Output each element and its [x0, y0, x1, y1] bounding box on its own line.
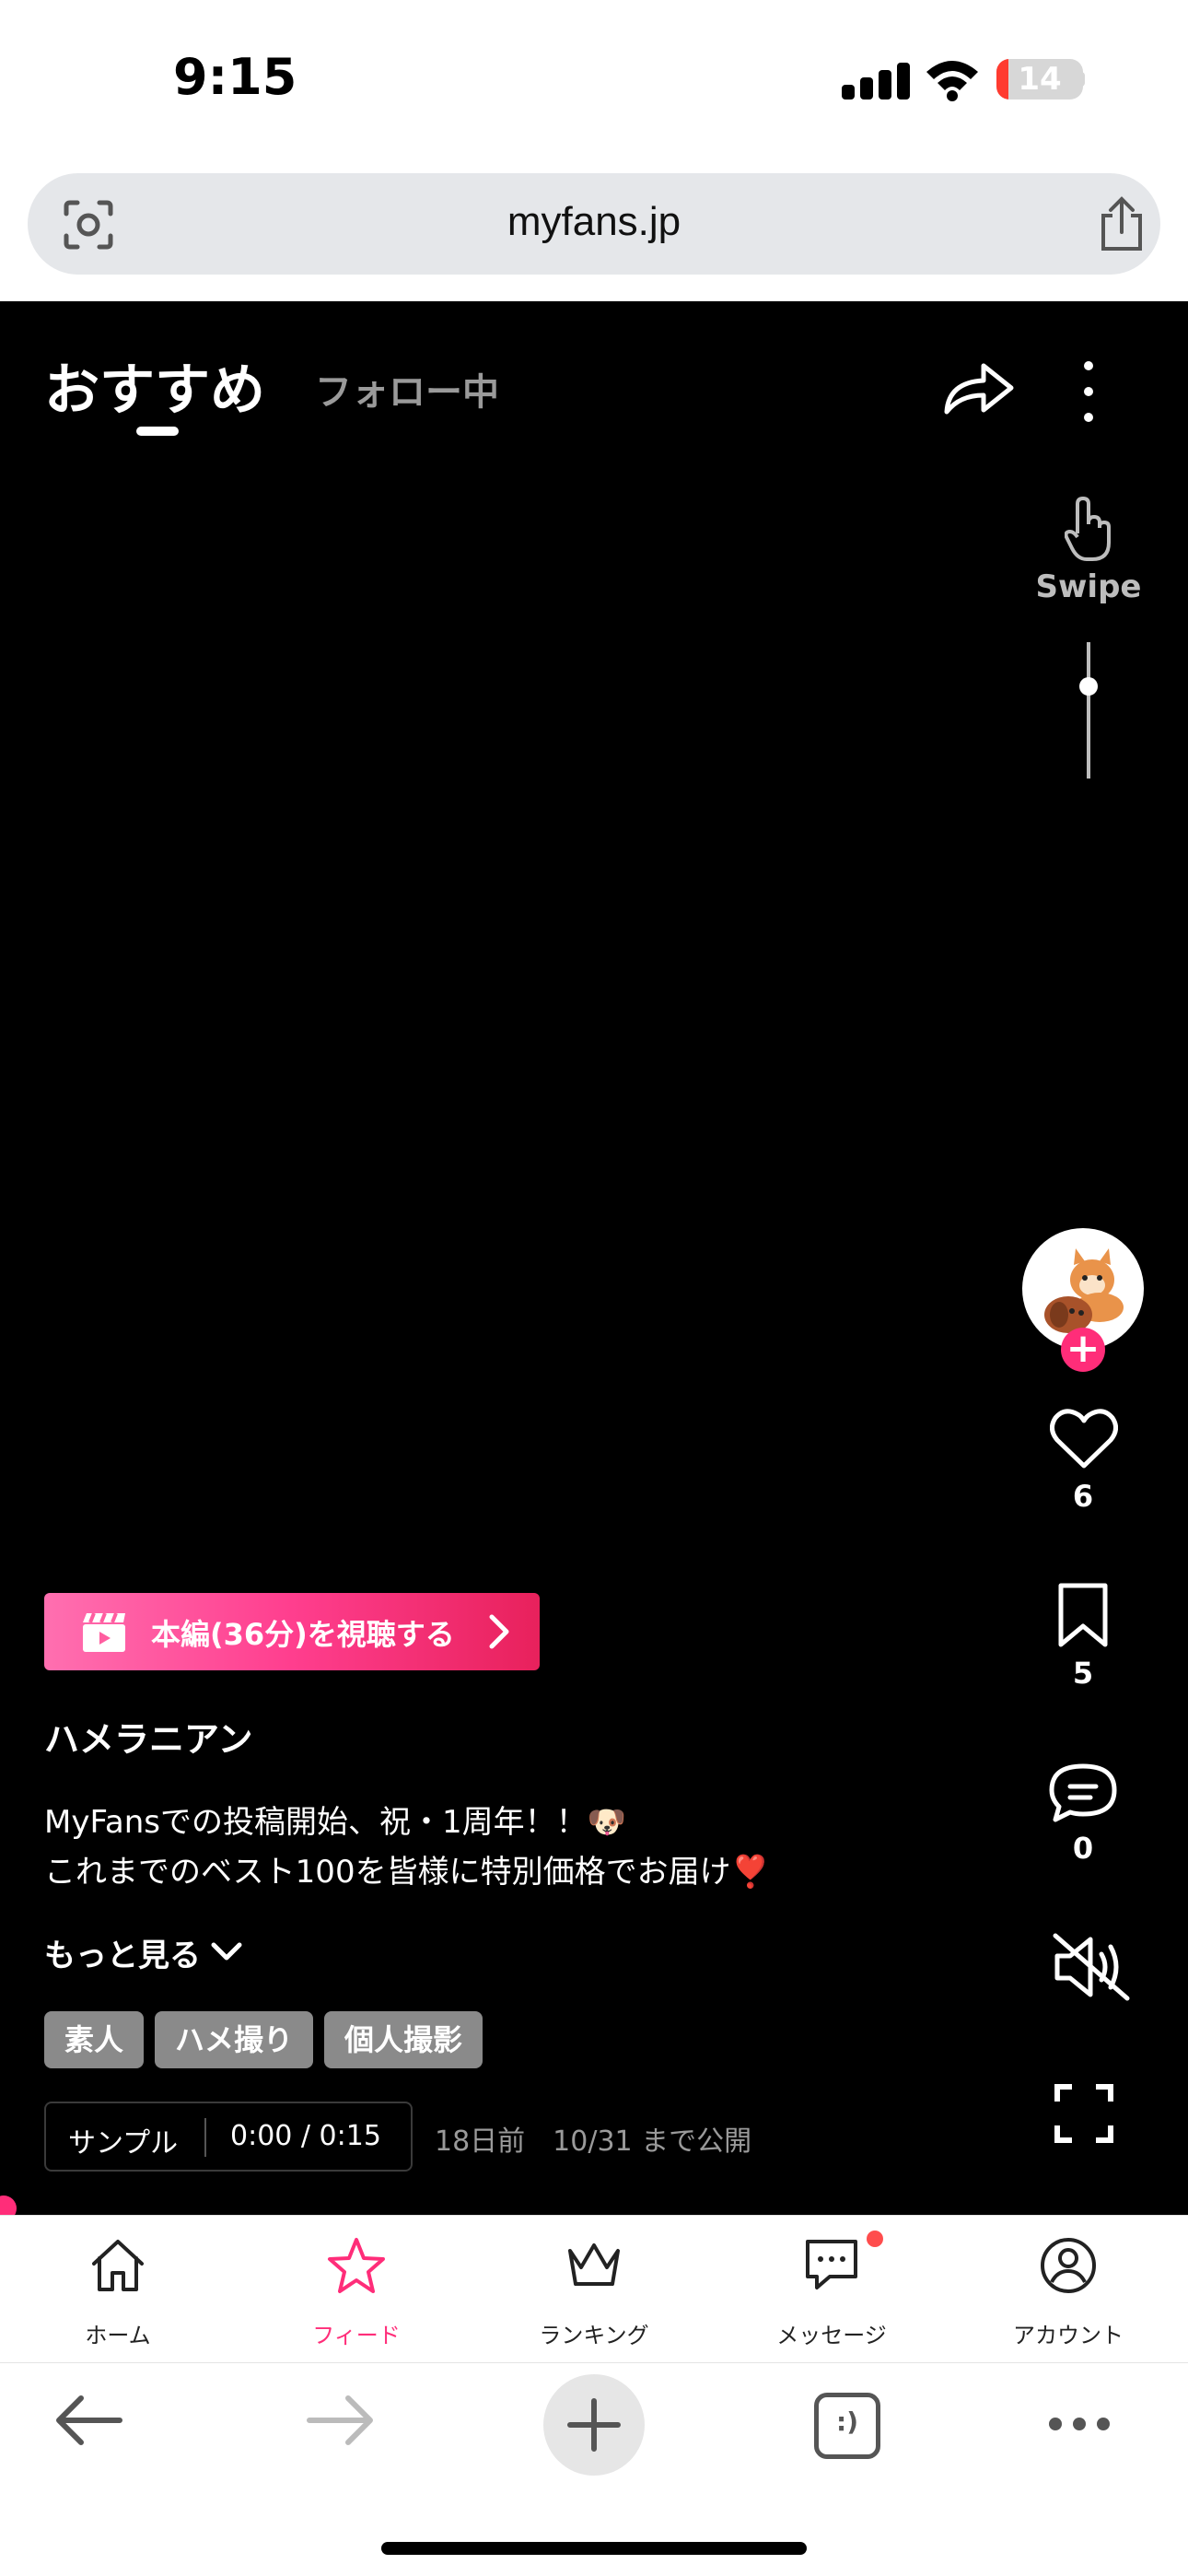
share-icon[interactable]: [1096, 195, 1147, 252]
url-text[interactable]: myfans.jp: [28, 199, 1160, 245]
watch-full-video-button[interactable]: 本編(36分)を視聴する: [44, 1593, 540, 1670]
battery-percent: 14: [1018, 61, 1062, 98]
unread-badge: [867, 2231, 883, 2247]
tab-ranking[interactable]: ランキング: [493, 2216, 695, 2363]
swipe-track: [1087, 642, 1090, 779]
sample-indicator: サンプル 0:00 / 0:15: [44, 2102, 413, 2172]
tab-recommended[interactable]: おすすめ: [44, 345, 265, 426]
forward-arrow-icon[interactable]: [306, 2393, 376, 2448]
account-icon: [1041, 2238, 1096, 2293]
swipe-hand-icon: [1065, 497, 1111, 561]
message-icon: [806, 2240, 857, 2289]
more-vertical-icon[interactable]: [1076, 358, 1101, 425]
like-count: 6: [1072, 1479, 1094, 1514]
tab-messages[interactable]: メッセージ: [730, 2216, 933, 2363]
tab-feed[interactable]: フィード: [255, 2216, 458, 2363]
watch-button-label: 本編(36分)を視聴する: [151, 1617, 455, 1652]
tab-switcher-button[interactable]: :): [814, 2393, 880, 2459]
home-icon: [92, 2240, 144, 2291]
app-tab-bar: ホーム フィード ランキング メッセージ アカウント: [0, 2215, 1188, 2362]
see-more-link[interactable]: もっと見る: [44, 1930, 201, 1975]
heart-icon[interactable]: [1050, 1409, 1118, 1469]
tab-feed-label: フィード: [312, 2323, 401, 2348]
chevron-down-icon[interactable]: [210, 1939, 243, 1965]
sample-label: サンプル: [68, 2127, 179, 2160]
swipe-position-dot: [1079, 677, 1098, 696]
chevron-right-icon: [489, 1614, 509, 1649]
home-indicator: [381, 2542, 807, 2555]
tab-account[interactable]: アカウント: [967, 2216, 1170, 2363]
swipe-label: Swipe: [1035, 568, 1142, 605]
forward-share-icon[interactable]: [943, 357, 1015, 417]
status-bar: 9:15 14: [0, 0, 1188, 157]
post-meta: 18日前 10/31 まで公開: [435, 2125, 752, 2158]
status-time: 9:15: [173, 48, 297, 106]
browser-toolbar: :): [0, 2362, 1188, 2576]
tab-home-label: ホーム: [85, 2323, 151, 2348]
post-description: MyFansでの投稿開始、祝・1周年！！🐶 これまでのベスト100を皆様に特別価…: [44, 1797, 770, 1897]
new-tab-button[interactable]: [543, 2374, 645, 2476]
tag-chip[interactable]: 個人撮影: [324, 2011, 483, 2068]
creator-name[interactable]: ハメラニアン: [44, 1711, 252, 1762]
tab-switcher-glyph: :): [836, 2406, 858, 2437]
mute-icon[interactable]: [1050, 1932, 1133, 2002]
video-feed[interactable]: おすすめ フォロー中 Swipe + 6 5 0 本編(36分)を視聴する ハメ…: [0, 301, 1188, 2221]
tag-list: 素人 ハメ撮り 個人撮影: [44, 2011, 483, 2068]
bookmark-icon[interactable]: [1057, 1582, 1109, 1648]
sample-divider: [204, 2118, 206, 2157]
tab-messages-label: メッセージ: [776, 2323, 887, 2348]
tab-account-label: アカウント: [1013, 2323, 1124, 2348]
star-icon: [328, 2238, 385, 2293]
bookmark-count: 5: [1072, 1656, 1094, 1691]
battery-cap: [1077, 72, 1085, 87]
tag-chip[interactable]: 素人: [44, 2011, 145, 2068]
tab-following[interactable]: フォロー中: [315, 362, 499, 416]
wifi-icon: [926, 61, 978, 101]
tab-ranking-label: ランキング: [539, 2323, 649, 2348]
battery-indicator: 14: [996, 59, 1083, 100]
back-arrow-icon[interactable]: [53, 2393, 123, 2448]
crown-icon: [568, 2243, 620, 2286]
address-bar[interactable]: myfans.jp: [28, 173, 1160, 275]
description-line-1: MyFansでの投稿開始、祝・1周年！！🐶: [44, 1804, 626, 1841]
comment-count: 0: [1072, 1831, 1094, 1866]
plus-icon: [567, 2398, 621, 2452]
tab-home[interactable]: ホーム: [17, 2216, 219, 2363]
clapperboard-icon: [83, 1612, 125, 1652]
fullscreen-icon[interactable]: [1054, 2083, 1114, 2144]
description-line-2: これまでのベスト100を皆様に特別価格でお届け❣️: [44, 1854, 770, 1891]
comment-icon[interactable]: [1048, 1762, 1118, 1823]
tab-active-indicator: [136, 427, 179, 436]
playback-time: 0:00 / 0:15: [230, 2120, 381, 2152]
tag-chip[interactable]: ハメ撮り: [155, 2011, 314, 2068]
more-horizontal-icon[interactable]: [1046, 2415, 1112, 2433]
follow-plus-button[interactable]: +: [1061, 1328, 1105, 1372]
